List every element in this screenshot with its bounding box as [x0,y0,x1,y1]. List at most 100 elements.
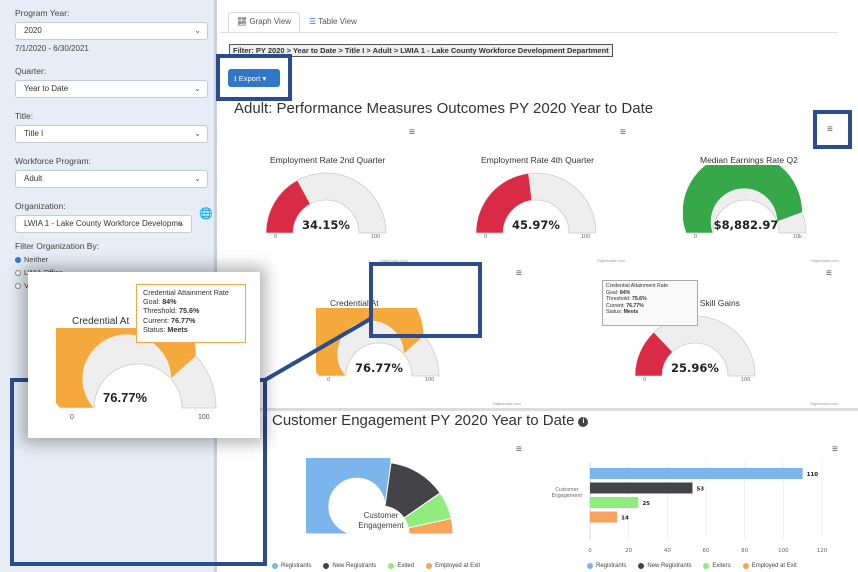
title-label: Title: [15,111,34,121]
x-tick-label: 120 [817,548,828,554]
program-year-label: Program Year: [15,8,70,18]
chart-menu-icon[interactable]: ≡ [516,268,522,279]
chart-icon: 📈︎ [237,17,250,26]
gauge-value-label: 76.77% [355,361,403,375]
highcharts-credit[interactable]: Highcharts.com [493,401,521,406]
program-year-select[interactable]: 2020 ⌄ [15,22,208,40]
chevron-down-icon: ⌄ [194,26,201,35]
tab-graph-view[interactable]: 📈︎ Graph View [228,12,301,32]
info-icon[interactable]: i [578,417,589,427]
chart-menu-icon[interactable]: ≡ [826,268,832,279]
x-tick-label: 60 [703,548,710,554]
chevron-down-icon: ⌄ [194,174,201,183]
x-tick-label: 100 [778,548,789,554]
customer-engagement-bar-chart: 0 20 40 60 80 100 120 CustomerEngagement 110 53 25… [552,462,828,554]
highcharts-credit[interactable]: Highcharts.com [810,401,838,406]
engagement-title: Customer Engagement PY 2020 Year to Date… [272,412,589,429]
chart-menu-icon[interactable]: ≡ [620,127,626,138]
organization-select[interactable]: LWIA 1 - Lake County Workforce Developme… [15,215,192,233]
quarter-label: Quarter: [15,66,47,76]
zoom-min-label: 0 [70,414,74,421]
tab-divider [220,32,838,33]
chart-menu-icon[interactable]: ≡ [516,444,522,455]
gauge-median-earnings: $8,882.97 [683,165,807,234]
chart-menu-icon[interactable]: ≡ [832,444,838,455]
tooltip-credential-small: Credential Attainment Rate Goal: 84% Thr… [602,280,698,326]
gauge-value-label: 34.15% [302,218,350,232]
radio-neither[interactable]: Neither [15,255,204,264]
donut-center-label: Customer Engagement [358,511,404,530]
legend-item[interactable]: Registrants [272,563,311,569]
filter-organization-label: Filter Organization By: [15,241,100,251]
zoom-max-label: 100 [198,414,210,421]
chart-menu-icon[interactable]: ≡ [827,124,833,135]
tooltip-credential-large: Credential Attainment Rate Goal: 84% Thr… [136,284,246,343]
chevron-down-icon: ⌄ [194,129,201,138]
gauge-min-label: 0 [274,234,278,240]
workforce-program-select[interactable]: Adult ⌄ [15,170,208,188]
legend-item[interactable]: New Registrants [638,563,691,569]
gauge-employment-q2: 34.15% [265,172,387,234]
bar-data-label: 53 [696,487,704,493]
gauge-value-label: 25.96% [671,361,719,375]
quarter-select[interactable]: Year to Date ⌄ [15,80,208,98]
gauge-max-label: 100 [425,377,435,383]
bar-registrants [590,468,803,479]
gauge-title-median-earnings: Median Earnings Rate Q2 [700,155,798,165]
chevron-down-icon: ⌄ [194,84,201,93]
caret-down-icon: ▾ [260,74,267,83]
export-button[interactable]: ⭳ Export ▾ [228,69,280,87]
legend-item[interactable]: Exiters [703,563,731,569]
tab-table-view[interactable]: ☰ Table View [300,12,366,32]
radio-icon [15,269,21,276]
gauge-title-employment-q2: Employment Rate 2nd Quarter [270,155,386,165]
highcharts-credit[interactable]: Highcharts.com [811,258,839,263]
legend-item[interactable]: New Registrants [323,563,376,569]
organization-label: Organization: [15,201,66,211]
highcharts-credit[interactable]: Highcharts.com [597,258,625,263]
legend-item[interactable]: Registrants [587,563,626,569]
performance-title: Adult: Performance Measures Outcomes PY … [234,100,654,117]
y-category-label: Customer [555,487,578,493]
view-tabs: 📈︎ Graph View ☰ Table View [228,12,366,32]
menu-highlight-box [813,110,852,149]
gauge-min-label: 0 [327,377,331,383]
gauge-value-label: $8,882.97 [714,218,779,232]
radio-selected-icon [15,256,21,263]
title-select[interactable]: Title I ⌄ [15,125,208,143]
bar-employed-at-exit [590,511,618,523]
table-icon: ☰ [309,17,319,26]
chart-menu-icon[interactable]: ≡ [409,127,415,138]
bar-data-label: 14 [621,516,629,522]
gauge-max-label: 100 [581,234,591,240]
gauge-value-label: 45.97% [512,218,560,232]
program-year-range: 7/1/2020 - 6/30/2021 [15,44,89,53]
y-category-label: Engagement [552,493,583,499]
gauge-max-label: 100 [371,234,381,240]
section-divider [220,408,858,411]
gauge-max-label: 10k [793,234,802,240]
tooltip-highlight-box [369,262,482,338]
chevron-down-icon: ⌄ [178,219,185,228]
gauge-title-employment-q4: Employment Rate 4th Quarter [481,155,594,165]
bar-new-registrants [590,482,693,494]
bar-data-label: 25 [642,501,650,507]
x-tick-label: 20 [625,548,632,554]
x-tick-label: 0 [588,548,592,554]
legend-item[interactable]: Employed at Exit [426,563,480,569]
bar-data-label: 110 [807,472,819,478]
zoom-gauge-title: Credential At [72,316,130,327]
radio-icon [15,282,21,289]
gauge-min-label: 0 [643,377,647,383]
zoom-gauge-value: 76.77% [103,390,148,405]
globe-icon[interactable]: 🌐 [199,207,213,220]
legend-item[interactable]: Employed at Exit [742,563,797,569]
main-content: 📈︎ Graph View ☰ Table View Filter: PY 20… [216,0,858,572]
gauge-employment-q4: 45.97% [475,172,597,234]
bar-exiters [590,497,639,508]
donut-legend: Registrants New Registrants Exited Emplo… [272,563,480,569]
zoomed-credential-gauge: Credential At 76.77% 0 100 Credential At… [28,272,260,438]
gauge-max-label: 100 [741,377,751,383]
legend-item[interactable]: Exited [388,563,414,569]
bar-legend: Registrants New Registrants Exiters Empl… [587,563,797,569]
